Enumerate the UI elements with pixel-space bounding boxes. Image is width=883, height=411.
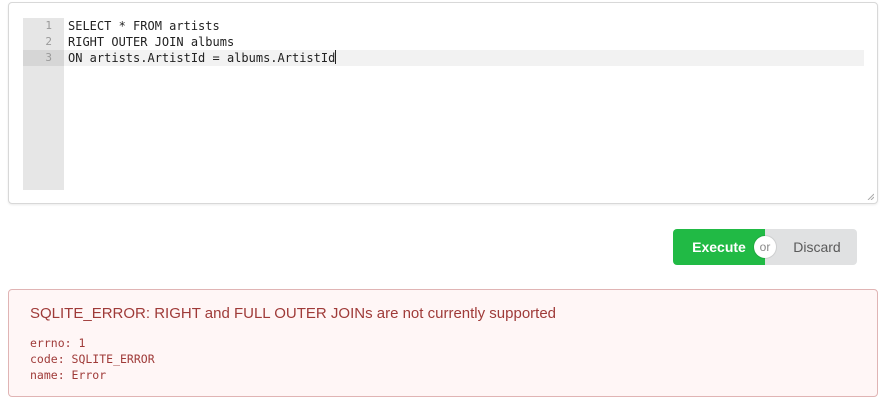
- sql-editor-panel: 1 SELECT * FROM artists 2 RIGHT OUTER JO…: [8, 2, 878, 204]
- error-title: SQLITE_ERROR: RIGHT and FULL OUTER JOINs…: [30, 305, 557, 322]
- line-number: 2: [45, 35, 52, 48]
- line-number: 1: [45, 19, 52, 32]
- code-line-content: ON artists.ArtistId = albums.ArtistId: [68, 51, 336, 65]
- error-details: errno: 1 code: SQLITE_ERROR name: Error: [30, 335, 155, 383]
- code-line[interactable]: 1 SELECT * FROM artists: [23, 18, 864, 34]
- or-separator: or: [754, 236, 776, 258]
- code-line-text: SELECT * FROM artists: [68, 19, 220, 33]
- code-line-text: ON artists.ArtistId = albums.ArtistId: [68, 50, 337, 66]
- resize-grip-icon[interactable]: [867, 193, 874, 200]
- execute-button[interactable]: Execute: [673, 229, 765, 265]
- code-line-text: RIGHT OUTER JOIN albums: [68, 35, 235, 49]
- error-detail-line: name: Error: [30, 368, 107, 382]
- discard-button[interactable]: Discard: [765, 229, 857, 265]
- text-cursor: [335, 50, 337, 64]
- line-number: 3: [23, 50, 64, 66]
- query-actions: Execute Discard or: [673, 229, 857, 265]
- error-detail-line: errno: 1: [30, 336, 86, 350]
- code-line[interactable]: 2 RIGHT OUTER JOIN albums: [23, 34, 864, 50]
- error-detail-line: code: SQLITE_ERROR: [30, 352, 155, 366]
- error-message: SQLITE_ERROR: RIGHT and FULL OUTER JOINs…: [8, 289, 878, 397]
- code-line-active[interactable]: 3 ON artists.ArtistId = albums.ArtistId: [23, 50, 864, 66]
- sql-code-editor[interactable]: 1 SELECT * FROM artists 2 RIGHT OUTER JO…: [23, 18, 864, 190]
